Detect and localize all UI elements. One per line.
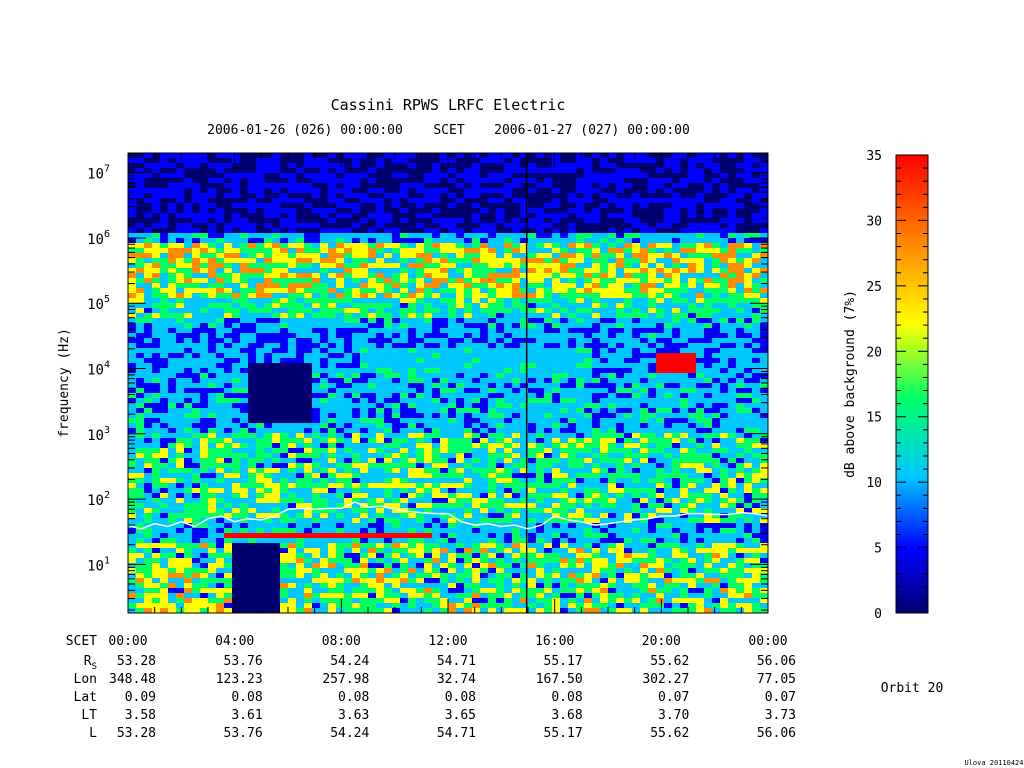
y-tick-label: 104 <box>87 360 110 379</box>
y-tick-label: 101 <box>87 555 110 574</box>
x-tick-label: 00:00 <box>748 634 787 649</box>
y-tick-exponent: 3 <box>104 425 110 436</box>
footer-note: Ulova 20110424 <box>964 759 1023 767</box>
ephem-label-text: Lat <box>74 690 97 705</box>
ephem-value: 3.68 <box>551 708 582 723</box>
y-tick-label: 105 <box>87 294 110 313</box>
chart-title: Cassini RPWS LRFC Electric <box>331 96 566 114</box>
ephem-value: 0.08 <box>445 690 476 705</box>
subtitle-scet: SCET <box>433 123 464 138</box>
colorbar <box>895 154 929 614</box>
ephem-value: 55.62 <box>650 726 689 741</box>
ephem-value: 55.17 <box>544 654 583 669</box>
x-tick-label: 00:00 <box>108 634 147 649</box>
ephem-value: 0.07 <box>765 690 796 705</box>
y-tick-exponent: 2 <box>104 490 110 501</box>
y-tick-mantissa: 10 <box>87 297 104 313</box>
ephem-value: 32.74 <box>437 672 476 687</box>
ephem-label-text: SCET <box>66 634 97 649</box>
ephem-value: 0.08 <box>338 690 369 705</box>
ephem-value: 54.24 <box>330 654 369 669</box>
ephem-value: 54.71 <box>437 726 476 741</box>
ephem-label-Rs: RS <box>84 654 97 672</box>
subtitle-end: 2006-01-27 (027) 00:00:00 <box>494 123 690 138</box>
ephem-label-LT: LT <box>81 708 97 723</box>
ephem-value: 53.76 <box>224 726 263 741</box>
ephem-value: 0.08 <box>551 690 582 705</box>
ephem-value: 348.48 <box>109 672 156 687</box>
ephem-label-text: LT <box>81 708 97 723</box>
ephem-value: 53.28 <box>117 726 156 741</box>
ephem-value: 302.27 <box>642 672 689 687</box>
x-tick-label: 16:00 <box>535 634 574 649</box>
y-tick-label: 106 <box>87 229 110 248</box>
y-tick-label: 103 <box>87 425 110 444</box>
x-tick-label: 08:00 <box>322 634 361 649</box>
colorbar-tick-label: 25 <box>866 280 882 295</box>
colorbar-tick-label: 35 <box>866 149 882 164</box>
y-tick-mantissa: 10 <box>87 363 104 379</box>
ephem-value: 3.63 <box>338 708 369 723</box>
x-tick-label: 12:00 <box>428 634 467 649</box>
y-tick-mantissa: 10 <box>87 558 104 574</box>
spectrogram-figure: Cassini RPWS LRFC Electric 2006-01-26 (0… <box>57 96 1024 767</box>
ephem-value: 55.17 <box>544 726 583 741</box>
colorbar-tick-label: 15 <box>866 411 882 426</box>
y-tick-mantissa: 10 <box>87 232 104 248</box>
ephem-label-text: R <box>84 654 92 669</box>
ephem-label-text: Lon <box>74 672 97 687</box>
ephem-value: 54.24 <box>330 726 369 741</box>
x-tick-label: 20:00 <box>642 634 681 649</box>
ephemeris-table: SCET RSLon Lat LT L 00:00 04:00 08:00 12:00 16:00… <box>66 634 796 741</box>
colorbar-tick-label: 5 <box>874 542 882 557</box>
y-tick-exponent: 1 <box>104 555 110 566</box>
y-tick-exponent: 5 <box>104 294 110 305</box>
ephem-value: 3.70 <box>658 708 689 723</box>
ephem-value: 77.05 <box>757 672 796 687</box>
ephem-label-subscript: S <box>92 662 97 672</box>
y-tick-exponent: 6 <box>104 229 110 240</box>
y-tick-exponent: 7 <box>104 164 110 175</box>
colorbar-tick-label: 30 <box>866 214 882 229</box>
ephem-value: 55.62 <box>650 654 689 669</box>
y-axis-label: frequency (Hz) <box>57 328 72 438</box>
ephem-label-Lat: Lat <box>74 690 97 705</box>
ephem-value: 56.06 <box>757 654 796 669</box>
ephem-value: 54.71 <box>437 654 476 669</box>
ephem-value: 3.58 <box>125 708 156 723</box>
y-tick-label: 107 <box>87 164 110 183</box>
colorbar-label: dB above background (7%) <box>843 290 858 478</box>
ephem-value: 3.65 <box>445 708 476 723</box>
ephem-value: 0.08 <box>231 690 262 705</box>
colorbar-tick-label: 10 <box>866 476 882 491</box>
ephem-label-SCET: SCET <box>66 634 97 649</box>
ephem-value: 167.50 <box>536 672 583 687</box>
ephem-value: 123.23 <box>216 672 263 687</box>
orbit-label: Orbit 20 <box>881 681 944 696</box>
spectrogram-plot <box>128 153 768 613</box>
y-tick-mantissa: 10 <box>87 167 104 183</box>
ephem-value: 257.98 <box>322 672 369 687</box>
ephem-value: 53.76 <box>224 654 263 669</box>
ephem-value: 53.28 <box>117 654 156 669</box>
ephem-value: 3.73 <box>765 708 796 723</box>
y-tick-mantissa: 10 <box>87 428 104 444</box>
colorbar-tick-label: 20 <box>866 345 882 360</box>
ephem-value: 0.09 <box>125 690 156 705</box>
ephem-label-text: L <box>89 726 97 741</box>
subtitle-start: 2006-01-26 (026) 00:00:00 <box>207 123 403 138</box>
colorbar-tick-label: 0 <box>874 607 882 622</box>
ephem-label-L: L <box>89 726 97 741</box>
x-tick-label: 04:00 <box>215 634 254 649</box>
ephem-value: 3.61 <box>231 708 262 723</box>
ephem-value: 0.07 <box>658 690 689 705</box>
ephem-value: 56.06 <box>757 726 796 741</box>
y-tick-mantissa: 10 <box>87 493 104 509</box>
y-tick-label: 102 <box>87 490 110 509</box>
y-tick-exponent: 4 <box>104 360 110 371</box>
ephem-label-Lon: Lon <box>74 672 97 687</box>
